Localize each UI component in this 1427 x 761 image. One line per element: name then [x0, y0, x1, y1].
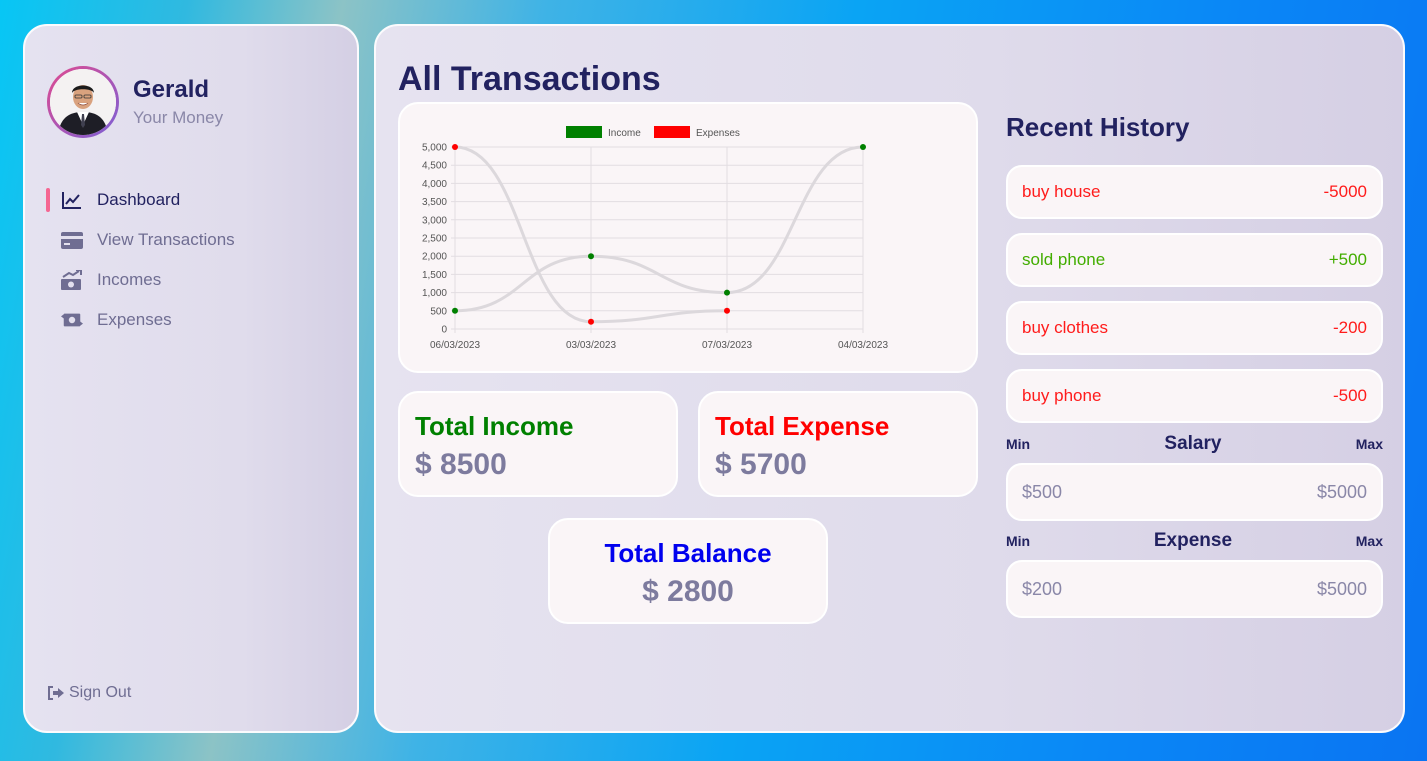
money-bill-trend-up-icon [61, 269, 83, 291]
nav-label: Expenses [97, 310, 172, 329]
history-item: sold phone +500 [1006, 233, 1383, 287]
nav-label: Dashboard [97, 190, 181, 209]
data-point-income [724, 289, 730, 296]
data-point-expenses [724, 307, 730, 314]
history-item-title: buy house [1022, 182, 1101, 201]
sign-out-icon [47, 682, 65, 704]
y-tick-label: 5,000 [422, 143, 447, 154]
total-balance-value: $ 2800 [642, 575, 734, 608]
series-line-income [454, 145, 864, 313]
legend-label: Income [608, 128, 641, 139]
expense-max-label: Max [1355, 533, 1383, 549]
x-tick-label: 06/03/2023 [430, 340, 480, 351]
total-expense-card: Total Expense $ 5700 [698, 391, 978, 497]
sign-out-label: Sign Out [69, 684, 132, 701]
y-tick-label: 3,000 [422, 215, 447, 226]
nav-label: Incomes [97, 270, 162, 289]
total-income-value: $ 8500 [415, 448, 507, 481]
total-balance-card: Total Balance $ 2800 [548, 518, 828, 624]
history-item-title: buy clothes [1022, 318, 1108, 337]
salary-title: Salary [1164, 433, 1222, 454]
salary-max-value: $5000 [1316, 481, 1367, 502]
data-point-income [860, 144, 866, 150]
history-item-title: buy phone [1022, 386, 1102, 405]
y-tick-label: 0 [441, 325, 447, 336]
history-item-amount: -5000 [1323, 182, 1367, 201]
nav-item-view-transactions[interactable]: View Transactions [47, 220, 337, 260]
y-tick-label: 500 [430, 306, 447, 317]
expense-range-header: Min Expense Max [1006, 530, 1383, 552]
expense-max-value: $5000 [1316, 578, 1367, 599]
data-point-expenses [588, 318, 594, 325]
page-title: All Transactions [398, 60, 661, 98]
data-point-income [588, 253, 594, 260]
nav-item-dashboard[interactable]: Dashboard [46, 180, 337, 220]
expense-range-title: Expense [1153, 530, 1233, 551]
y-tick-label: 4,000 [422, 179, 447, 190]
nav-item-incomes[interactable]: Incomes [47, 260, 337, 300]
salary-max-label: Max [1355, 436, 1383, 452]
total-balance-label: Total Balance [604, 538, 772, 568]
history-item: buy clothes -200 [1006, 301, 1383, 355]
nav-label: View Transactions [97, 230, 235, 249]
x-tick-label: 03/03/2023 [566, 340, 616, 351]
y-tick-label: 1,000 [422, 288, 447, 299]
credit-card-icon [61, 229, 83, 251]
y-tick-label: 2,500 [422, 234, 447, 245]
salary-min-value: $500 [1022, 481, 1063, 502]
salary-range: $500 $5000 [1006, 463, 1383, 521]
y-tick-label: 2,000 [422, 252, 447, 263]
total-income-card: Total Income $ 8500 [398, 391, 678, 497]
history-item-amount: +500 [1328, 250, 1367, 269]
data-point-expenses [452, 144, 458, 150]
x-tick-label: 07/03/2023 [702, 340, 752, 351]
person-photo-icon [50, 69, 116, 135]
total-expense-value: $ 5700 [715, 448, 807, 481]
user-subtitle: Your Money [133, 108, 224, 127]
transactions-chart: 0 500 1,000 1,500 2,000 2,500 3,000 3,500 4,000 4… [398, 102, 978, 373]
sign-out-button[interactable]: Sign Out [47, 682, 131, 704]
history-item: buy phone -500 [1006, 369, 1383, 423]
legend-label: Expenses [696, 128, 740, 139]
avatar[interactable] [47, 66, 119, 138]
main-panel: All Transactions 0 500 1,000 1,500 2,000 2,50… [374, 24, 1405, 733]
total-expense-label: Total Expense [715, 411, 890, 441]
x-tick-label: 04/03/2023 [838, 340, 888, 351]
history-item-title: sold phone [1022, 250, 1106, 269]
recent-history-title: Recent History [1006, 112, 1190, 142]
history-item-amount: -500 [1332, 386, 1367, 405]
sidebar: Gerald Your Money Dashboard View Transac… [23, 24, 359, 733]
y-tick-label: 4,500 [422, 161, 447, 172]
expense-min-value: $200 [1022, 578, 1063, 599]
legend-swatch [654, 126, 690, 138]
history-item: buy house -5000 [1006, 165, 1383, 219]
expense-range: $200 $5000 [1006, 560, 1383, 618]
money-bill-transfer-icon [61, 309, 83, 331]
line-chart: 0 500 1,000 1,500 2,000 2,500 3,000 3,500 4,000 4… [422, 126, 888, 351]
user-name: Gerald [133, 76, 210, 103]
y-tick-label: 3,500 [422, 197, 447, 208]
nav-menu: Dashboard View Transactions Incomes Expe… [46, 180, 337, 340]
nav-item-expenses[interactable]: Expenses [47, 300, 337, 340]
data-point-income [452, 307, 458, 314]
salary-range-header: Min Salary Max [1006, 433, 1383, 455]
total-income-label: Total Income [415, 411, 574, 441]
salary-min-label: Min [1006, 436, 1031, 452]
history-item-amount: -200 [1332, 318, 1367, 337]
chart-line-icon [61, 189, 83, 211]
y-tick-label: 1,500 [422, 270, 447, 281]
expense-min-label: Min [1006, 533, 1031, 549]
profile: Gerald Your Money [47, 66, 223, 138]
legend-swatch [566, 126, 602, 138]
